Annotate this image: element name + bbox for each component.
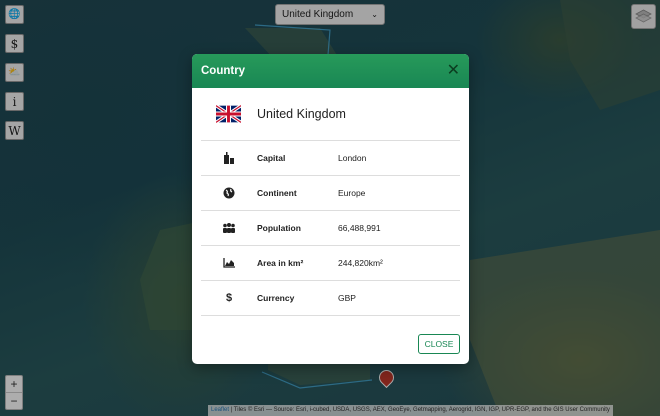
close-icon[interactable]: ✕ <box>447 63 460 79</box>
uk-flag-icon <box>216 105 241 123</box>
currency-label: Currency <box>257 293 295 303</box>
modal-title: Country <box>201 65 246 77</box>
info-row-currency: $ Currency GBP <box>201 281 460 316</box>
area-icon <box>201 258 257 268</box>
currency-value: GBP <box>338 293 356 303</box>
population-value: 66,488,991 <box>338 223 381 233</box>
modal-header: Country ✕ <box>192 54 469 88</box>
continent-icon <box>201 187 257 199</box>
info-row-continent: Continent Europe <box>201 176 460 211</box>
country-modal: Country ✕ United Kingdom Capital London … <box>192 54 469 364</box>
country-name-row: United Kingdom <box>201 88 460 141</box>
currency-row-icon: $ <box>225 292 233 304</box>
info-row-population: Population 66,488,991 <box>201 211 460 246</box>
area-label: Area in km² <box>257 258 304 268</box>
capital-value: London <box>338 153 367 163</box>
continent-value: Europe <box>338 188 366 198</box>
info-row-area: Area in km² 244,820km² <box>201 246 460 281</box>
continent-label: Continent <box>257 188 297 198</box>
population-icon <box>201 223 257 233</box>
population-label: Population <box>257 223 301 233</box>
info-row-capital: Capital London <box>201 141 460 176</box>
area-value: 244,820km² <box>338 258 383 268</box>
country-name: United Kingdom <box>257 107 346 121</box>
capital-label: Capital <box>257 153 286 163</box>
close-button[interactable]: CLOSE <box>418 334 460 354</box>
capital-icon <box>201 152 257 164</box>
